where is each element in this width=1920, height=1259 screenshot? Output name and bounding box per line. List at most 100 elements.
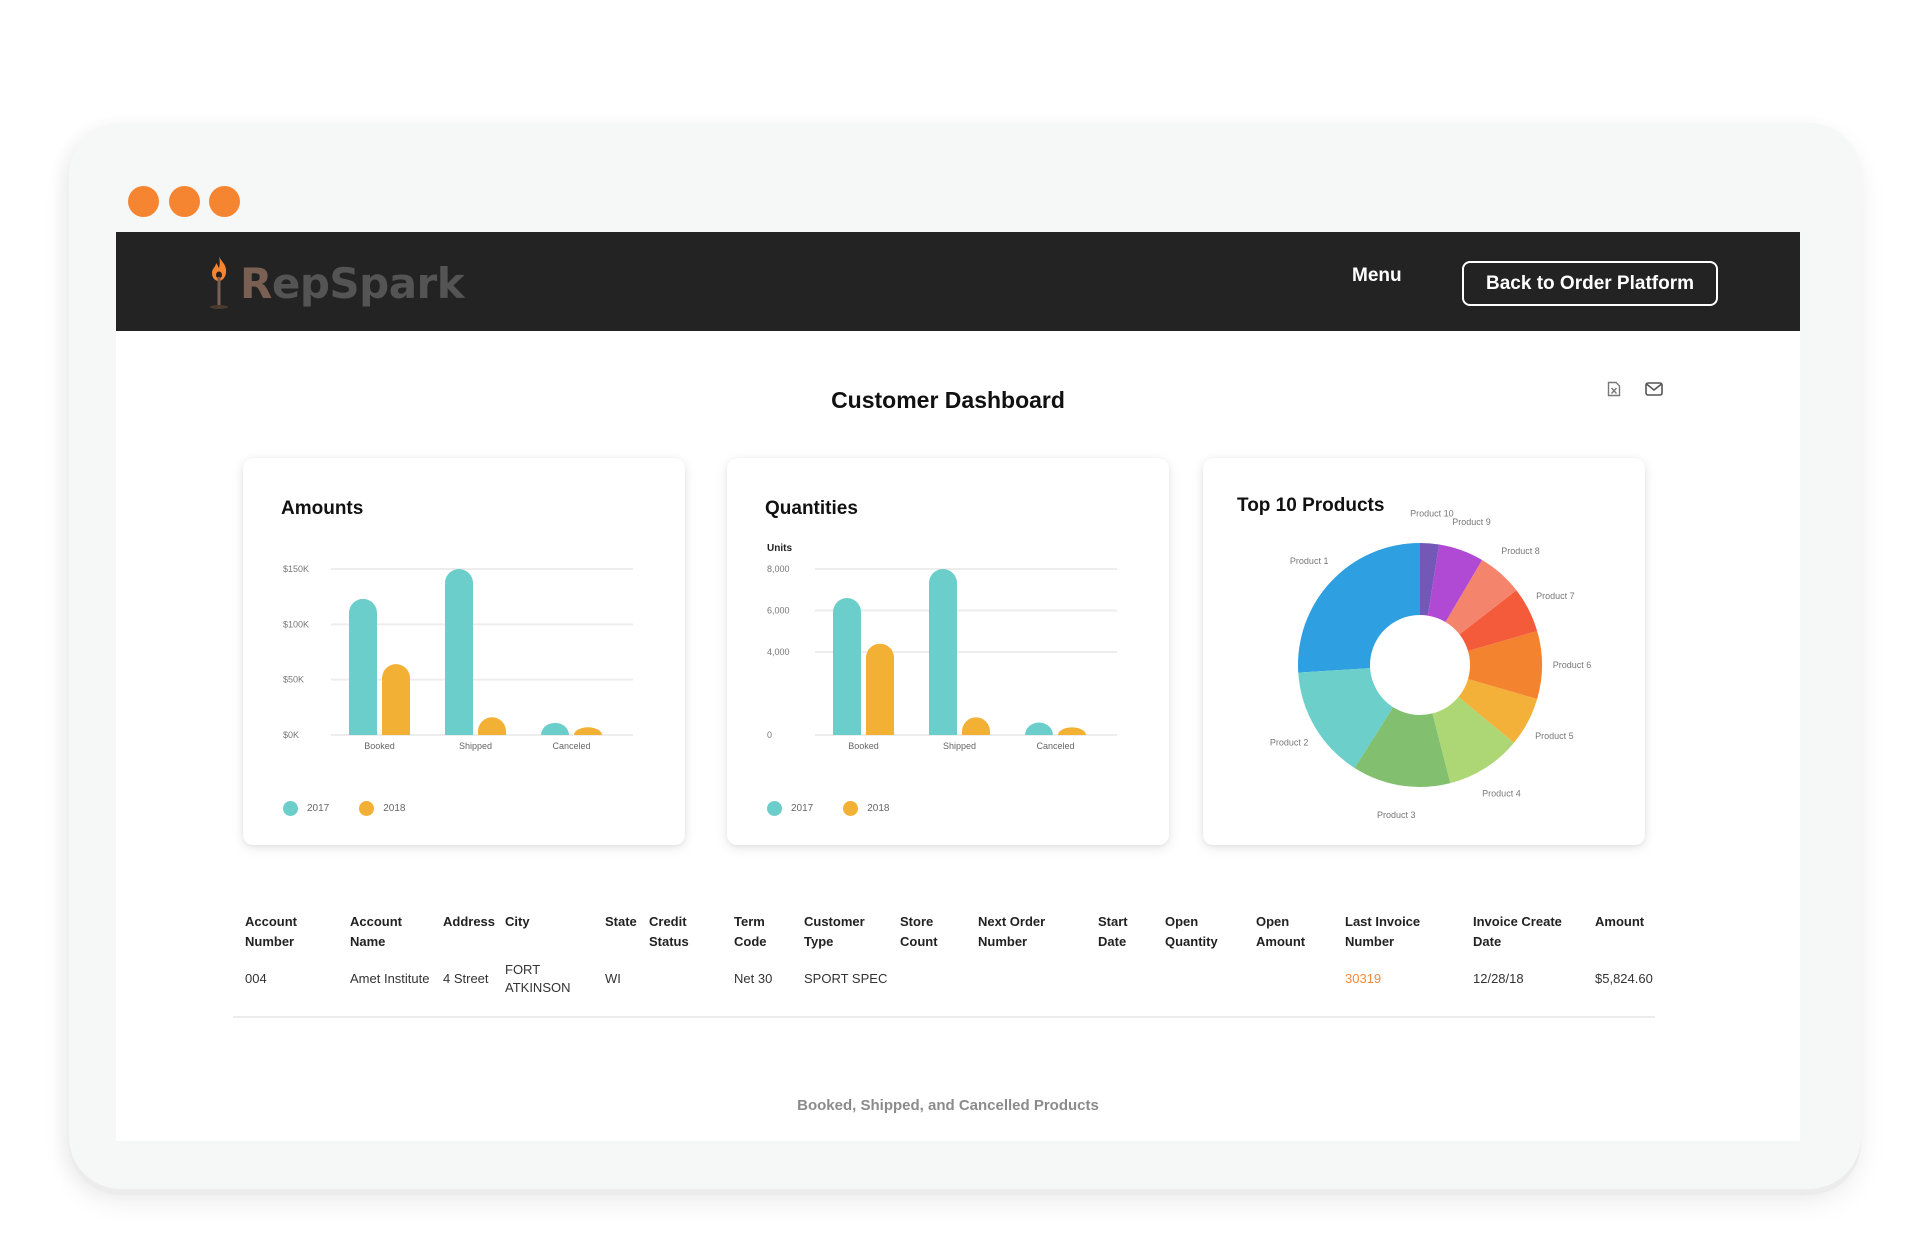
legend-swatch-2018 [359,801,375,816]
column-header-state[interactable]: State [605,912,637,932]
excel-export-icon [1607,381,1621,402]
legend-item-2017[interactable]: 2017 [283,801,329,816]
column-header-start-date[interactable]: Start Date [1098,912,1128,952]
column-header-last-invoice-number[interactable]: Last Invoice Number [1345,912,1420,952]
legend-label: 2017 [307,803,330,814]
y-tick-label: $50K [283,675,304,685]
y-tick-label: $0K [283,730,299,740]
column-header-city[interactable]: City [505,912,530,932]
window-dot-1 [128,186,159,217]
table-cell-amount: $5,824.60 [1595,971,1653,986]
y-tick-label: $150K [283,564,309,574]
slice-label: Product 3 [1377,810,1416,820]
logo-text: RepSpark [240,258,465,310]
y-tick-label: 8,000 [767,564,790,574]
quantities-card: Quantities Units 0 4,000 6,000 8,000 Booked S… [727,458,1169,845]
back-to-order-platform-button[interactable]: Back to Order Platform [1462,261,1718,306]
column-header-customer-type[interactable]: Customer Type [804,912,865,952]
x-tick-label: Shipped [943,741,976,751]
bar-canceled-2018[interactable] [1058,727,1086,735]
slice-label: Product 4 [1482,788,1521,798]
bar-shipped-2018[interactable] [962,717,990,735]
y-tick-label: 4,000 [767,647,790,657]
column-header-store-count[interactable]: Store Count [900,912,938,952]
menu-link[interactable]: Menu [1352,265,1402,287]
logo-initial: R [240,259,272,308]
bar-booked-2017[interactable] [349,598,377,735]
table-cell-invoice-create-date: 12/28/18 [1473,971,1524,986]
table-cell-city: FORT ATKINSON [505,962,571,995]
legend-item-2018[interactable]: 2018 [359,801,406,816]
top-products-card: Top 10 Products Product 1 Product 2 Produc… [1203,458,1645,845]
slice-label: Product 9 [1452,517,1491,527]
amounts-chart: $0K $50K $100K $150K Booked Shipped Canceled [283,564,633,751]
slice-label: Product 1 [1290,556,1329,566]
section-label: Booked, Shipped, and Cancelled Products [797,1097,1099,1114]
table-cell-state: WI [605,971,621,986]
quantities-chart: 0 4,000 6,000 8,000 Booked Shipped Canceled [767,564,1117,751]
column-header-next-order-number[interactable]: Next Order Number [978,912,1045,952]
amounts-card: Amounts $0K $50K $100K $150K Booked Shipped Ca… [243,458,685,845]
repspark-logo[interactable]: RepSpark [208,254,465,310]
x-tick-label: Canceled [1036,741,1074,751]
table-divider [233,1016,1655,1018]
x-tick-label: Booked [848,741,879,751]
legend-swatch-2017 [767,801,782,816]
x-tick-label: Canceled [552,741,590,751]
y-tick-label: 0 [767,730,772,740]
y-tick-label: $100K [283,619,309,629]
table-cell-last-invoice-number[interactable]: 30319 [1345,970,1381,988]
legend-item-2017[interactable]: 2017 [767,801,813,816]
table-cell-account-number: 004 [245,971,267,986]
slice-label: Product 2 [1270,737,1309,747]
bar-canceled-2018[interactable] [574,727,602,735]
window-dot-3 [209,186,240,217]
legend-label: 2018 [867,803,890,814]
bar-shipped-2018[interactable] [478,717,506,735]
table-cell-customer-type: SPORT SPEC [804,971,888,986]
slice-label: Product 5 [1535,731,1574,741]
x-tick-label: Shipped [459,741,492,751]
column-header-amount[interactable]: Amount [1595,912,1644,932]
y-tick-label: 6,000 [767,606,790,616]
bar-shipped-2017[interactable] [929,569,957,735]
bar-canceled-2017[interactable] [541,722,569,735]
logo-rest: epSpark [271,259,465,308]
column-header-credit-status[interactable]: Credit Status [649,912,689,952]
column-header-address[interactable]: Address [443,912,495,932]
page-title: Customer Dashboard [831,387,1065,413]
column-header-open-quantity[interactable]: Open Quantity [1165,912,1218,952]
slice-label: Product 6 [1553,660,1592,670]
bar-booked-2017[interactable] [833,598,861,735]
bar-shipped-2017[interactable] [445,569,473,735]
legend-swatch-2017 [283,801,298,816]
bar-booked-2018[interactable] [866,643,894,735]
email-icon [1645,381,1663,401]
column-header-invoice-create-date[interactable]: Invoice Create Date [1473,912,1562,952]
match-flame-icon [208,254,230,310]
bar-booked-2018[interactable] [382,664,410,735]
excel-export-button[interactable] [1603,380,1625,402]
amounts-legend: 2017 2018 [283,801,436,816]
legend-swatch-2018 [843,801,859,816]
top-products-donut-chart: Product 1 Product 2 Product 3 Product 4 Prod… [1270,508,1592,820]
table-cell-account-name: Amet Institute [350,971,430,986]
app-screen: RepSpark Menu Back to Order Platform Cus… [116,232,1800,1141]
column-header-open-amount[interactable]: Open Amount [1256,912,1305,952]
column-header-account-number[interactable]: Account Number [245,912,297,952]
slice-label: Product 8 [1501,546,1540,556]
legend-item-2018[interactable]: 2018 [843,801,890,816]
column-header-account-name[interactable]: Account Name [350,912,402,952]
top-navbar: RepSpark Menu Back to Order Platform [116,232,1800,331]
legend-label: 2018 [383,803,406,814]
table-cell-term-code: Net 30 [734,971,773,986]
slice-label: Product 10 [1410,508,1454,518]
window-dot-2 [169,186,200,217]
table-cell-address: 4 Street [443,971,489,986]
bar-canceled-2017[interactable] [1025,722,1053,735]
slice-label: Product 7 [1536,591,1575,601]
email-button[interactable] [1643,380,1665,402]
legend-label: 2017 [791,803,814,814]
quantities-legend: 2017 2018 [767,801,920,816]
column-header-term-code[interactable]: Term Code [734,912,767,952]
